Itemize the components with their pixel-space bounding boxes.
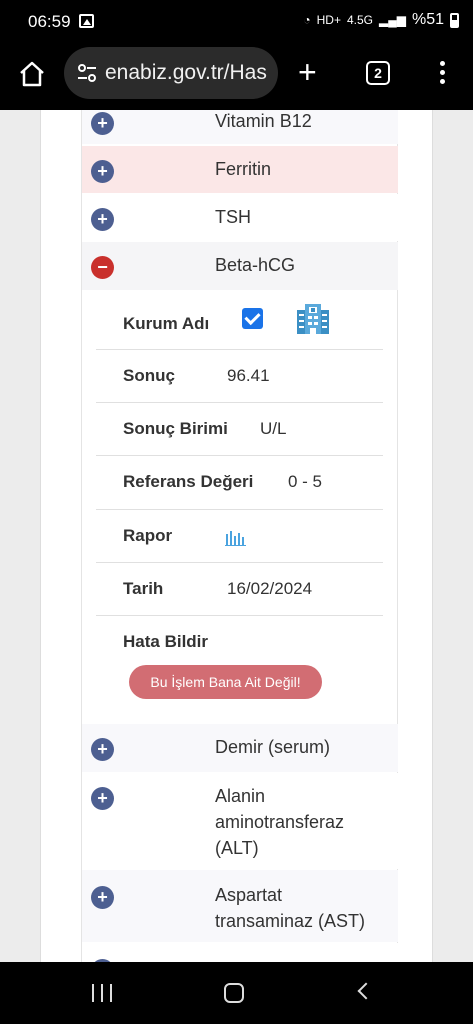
expand-plus-icon[interactable]: + [91,208,114,231]
expand-plus-icon[interactable]: + [91,886,114,909]
gallery-notification-icon [79,14,94,28]
test-row-ferritin[interactable]: + Ferritin [82,146,398,193]
report-error-button[interactable]: Bu İşlem Bana Ait Değil! [129,665,322,699]
field-label: Sonuç Birimi [123,419,228,438]
expand-plus-icon[interactable]: + [91,160,114,183]
detail-sonuc-birimi: Sonuç Birimi U/L [96,403,383,456]
network-type: 4.5G [346,13,373,27]
test-row-tsh[interactable]: + TSH [82,194,398,241]
test-name: Vitamin B12 [215,111,312,131]
recent-apps-icon[interactable] [92,984,112,1002]
site-settings-icon[interactable] [77,63,97,83]
test-name: Aspartat transaminaz (AST) [215,882,365,934]
more-options-icon[interactable] [432,61,452,87]
test-row-vitamin-b12[interactable]: + Vitamin B12 [82,110,398,144]
status-bar: 06:59 ◔ HD+ 4.5G ▂▄▆ %51 [0,0,473,44]
test-name: Beta-hCG [215,255,296,275]
kurum-checkbox[interactable] [242,308,263,329]
report-chart-icon[interactable] [225,528,246,546]
back-icon[interactable] [357,982,375,1000]
test-row-ast[interactable]: + Aspartat transaminaz (AST) [82,870,398,942]
field-label: Hata Bildir [123,632,209,651]
test-name-line: (ALT) [215,838,259,858]
field-label: Rapor [123,526,173,545]
expand-plus-icon[interactable]: + [91,738,114,761]
test-name-line: transaminaz (AST) [215,911,366,931]
detail-rapor: Rapor [96,510,383,563]
status-icons: ◔ HD+ 4.5G ▂▄▆ %51 [303,11,459,29]
browser-toolbar: enabiz.gov.tr/Has + 2 [0,44,473,110]
alarm-icon: ◔ [303,13,311,27]
detail-kurum-adi: Kurum Adı [96,296,383,350]
expand-plus-icon[interactable]: + [91,112,114,135]
result-value: 96.41 [227,366,270,385]
test-name: Demir (serum) [215,737,330,757]
url-text[interactable]: enabiz.gov.tr/Has [105,61,267,85]
address-bar[interactable]: enabiz.gov.tr/Has [64,47,278,99]
page-content: + Vitamin B12 + Ferritin + TSH − Beta-hC… [0,110,473,962]
field-label: Tarih [123,579,164,598]
test-name: Alanin aminotransferaz (ALT) [215,783,344,861]
test-name-line: aminotransferaz [215,812,345,832]
collapse-minus-icon[interactable]: − [91,256,114,279]
test-name: TSH [215,207,251,227]
system-nav-bar [0,962,473,1024]
expand-plus-icon[interactable]: + [91,787,114,810]
hospital-building-icon[interactable] [295,300,331,336]
new-tab-icon[interactable]: + [298,56,317,88]
battery-icon [450,12,459,28]
field-label: Kurum Adı [123,314,210,333]
signal-icon: ▂▄▆ [379,13,406,27]
detail-sonuc: Sonuç 96.41 [96,350,383,403]
test-name-line: Alanin [215,786,266,806]
test-name-line: Aspartat [215,885,283,905]
test-row-next[interactable]: + [82,943,398,962]
field-label: Referans Değeri [123,472,254,491]
test-row-beta-hcg[interactable]: − Beta-hCG [82,242,398,290]
test-row-demir[interactable]: + Demir (serum) [82,724,398,772]
unit-value: U/L [260,419,287,438]
detail-tarih: Tarih 16/02/2024 [96,563,383,616]
home-icon[interactable] [18,60,46,88]
test-name: Ferritin [215,159,272,179]
home-nav-icon[interactable] [224,983,244,1003]
hd-voice-icon: HD+ [316,13,341,27]
test-row-alt[interactable]: + Alanin aminotransferaz (ALT) [82,773,398,869]
detail-referans-degeri: Referans Değeri 0 - 5 [96,456,383,510]
reference-value: 0 - 5 [288,472,323,491]
date-value: 16/02/2024 [227,579,313,598]
field-label: Sonuç [123,366,175,385]
tab-switcher-button[interactable]: 2 [366,61,390,85]
battery-level: %51 [411,11,444,28]
clock: 06:59 [28,12,71,31]
